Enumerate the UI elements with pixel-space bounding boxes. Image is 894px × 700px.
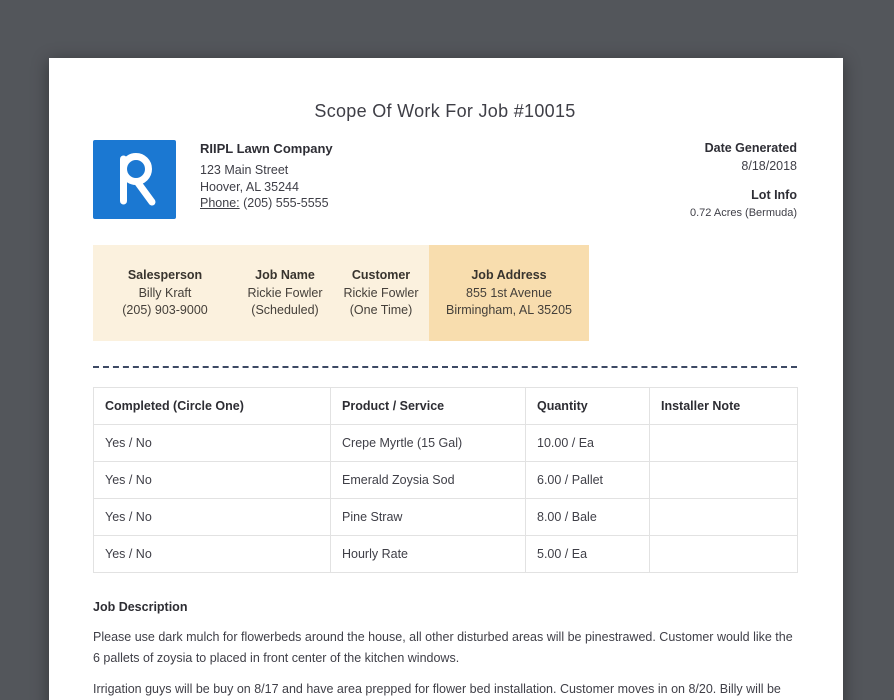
- company-address-line2: Hoover, AL 35244: [200, 179, 299, 194]
- header-quantity: Quantity: [525, 387, 650, 425]
- table-header-row: Completed (Circle One) Product / Service…: [93, 387, 798, 425]
- cell-product: Hourly Rate: [330, 535, 526, 573]
- cell-completed: Yes / No: [93, 535, 331, 573]
- salesperson-name: Billy Kraft: [138, 286, 192, 300]
- job-name-label: Job Name: [255, 268, 315, 282]
- document-meta: Date Generated 8/18/2018 Lot Info 0.72 A…: [690, 140, 797, 219]
- job-name-cell: Job Name Rickie Fowler (Scheduled): [237, 245, 333, 341]
- work-items-table: Completed (Circle One) Product / Service…: [93, 387, 798, 573]
- job-address-cell: Job Address 855 1st Avenue Birmingham, A…: [429, 245, 589, 341]
- cell-product: Crepe Myrtle (15 Gal): [330, 424, 526, 462]
- cell-note: [649, 461, 798, 499]
- customer-type: (One Time): [349, 302, 413, 317]
- lot-info-value: 0.72 Acres (Bermuda): [690, 207, 797, 219]
- header-completed: Completed (Circle One): [93, 387, 331, 425]
- phone-value: (205) 555-5555: [243, 196, 329, 210]
- dashed-divider: [93, 366, 797, 368]
- job-info-strip: Salesperson Billy Kraft (205) 903-9000 J…: [93, 245, 589, 341]
- cell-note: [649, 498, 798, 536]
- cell-quantity: 8.00 / Bale: [525, 498, 650, 536]
- cell-quantity: 5.00 / Ea: [525, 535, 650, 573]
- company-logo: [93, 140, 176, 219]
- job-description-heading: Job Description: [93, 600, 188, 614]
- cell-quantity: 10.00 / Ea: [525, 424, 650, 462]
- job-description-paragraph-2: Irrigation guys will be buy on 8/17 and …: [93, 682, 781, 696]
- salesperson-phone: (205) 903-9000: [122, 302, 208, 317]
- cell-note: [649, 535, 798, 573]
- customer-name: Rickie Fowler: [343, 286, 419, 300]
- header-installer-note: Installer Note: [649, 387, 798, 425]
- lot-info-label: Lot Info: [751, 188, 797, 202]
- cell-product: Pine Straw: [330, 498, 526, 536]
- cell-completed: Yes / No: [93, 424, 331, 462]
- company-info: RIIPL Lawn Company 123 Main Street Hoove…: [200, 140, 333, 212]
- customer-cell: Customer Rickie Fowler (One Time): [333, 245, 429, 341]
- company-name: RIIPL Lawn Company: [200, 141, 333, 156]
- cell-completed: Yes / No: [93, 498, 331, 536]
- job-name-status: (Scheduled): [251, 302, 319, 317]
- cell-product: Emerald Zoysia Sod: [330, 461, 526, 499]
- date-generated-value: 8/18/2018: [741, 159, 797, 173]
- preview-canvas: Scope Of Work For Job #10015 RIIPL Lawn …: [0, 0, 894, 700]
- job-address-line1: 855 1st Avenue: [466, 286, 552, 300]
- job-address-label: Job Address: [471, 268, 547, 282]
- cell-completed: Yes / No: [93, 461, 331, 499]
- company-address-line1: 123 Main Street: [200, 163, 289, 177]
- table-row: Yes / No Crepe Myrtle (15 Gal) 10.00 / E…: [93, 424, 798, 462]
- header-product-service: Product / Service: [330, 387, 526, 425]
- page-title: Scope Of Work For Job #10015: [314, 101, 576, 121]
- company-phone: Phone: (205) 555-5555: [200, 195, 333, 212]
- job-description-paragraph-1: Please use dark mulch for flowerbeds aro…: [93, 630, 793, 665]
- date-generated-label: Date Generated: [704, 141, 797, 155]
- cell-quantity: 6.00 / Pallet: [525, 461, 650, 499]
- cell-note: [649, 424, 798, 462]
- document-page: Scope Of Work For Job #10015 RIIPL Lawn …: [49, 58, 843, 700]
- job-address-line2: Birmingham, AL 35205: [445, 302, 572, 317]
- phone-label: Phone:: [200, 196, 240, 210]
- salesperson-label: Salesperson: [127, 268, 203, 282]
- table-row: Yes / No Hourly Rate 5.00 / Ea: [93, 535, 798, 573]
- customer-label: Customer: [351, 268, 411, 282]
- table-row: Yes / No Pine Straw 8.00 / Bale: [93, 498, 798, 536]
- salesperson-cell: Salesperson Billy Kraft (205) 903-9000: [93, 245, 237, 341]
- table-row: Yes / No Emerald Zoysia Sod 6.00 / Palle…: [93, 461, 798, 499]
- document-header: RIIPL Lawn Company 123 Main Street Hoove…: [93, 140, 797, 219]
- logo-r-icon: [119, 152, 155, 205]
- job-name-value: Rickie Fowler: [247, 286, 323, 300]
